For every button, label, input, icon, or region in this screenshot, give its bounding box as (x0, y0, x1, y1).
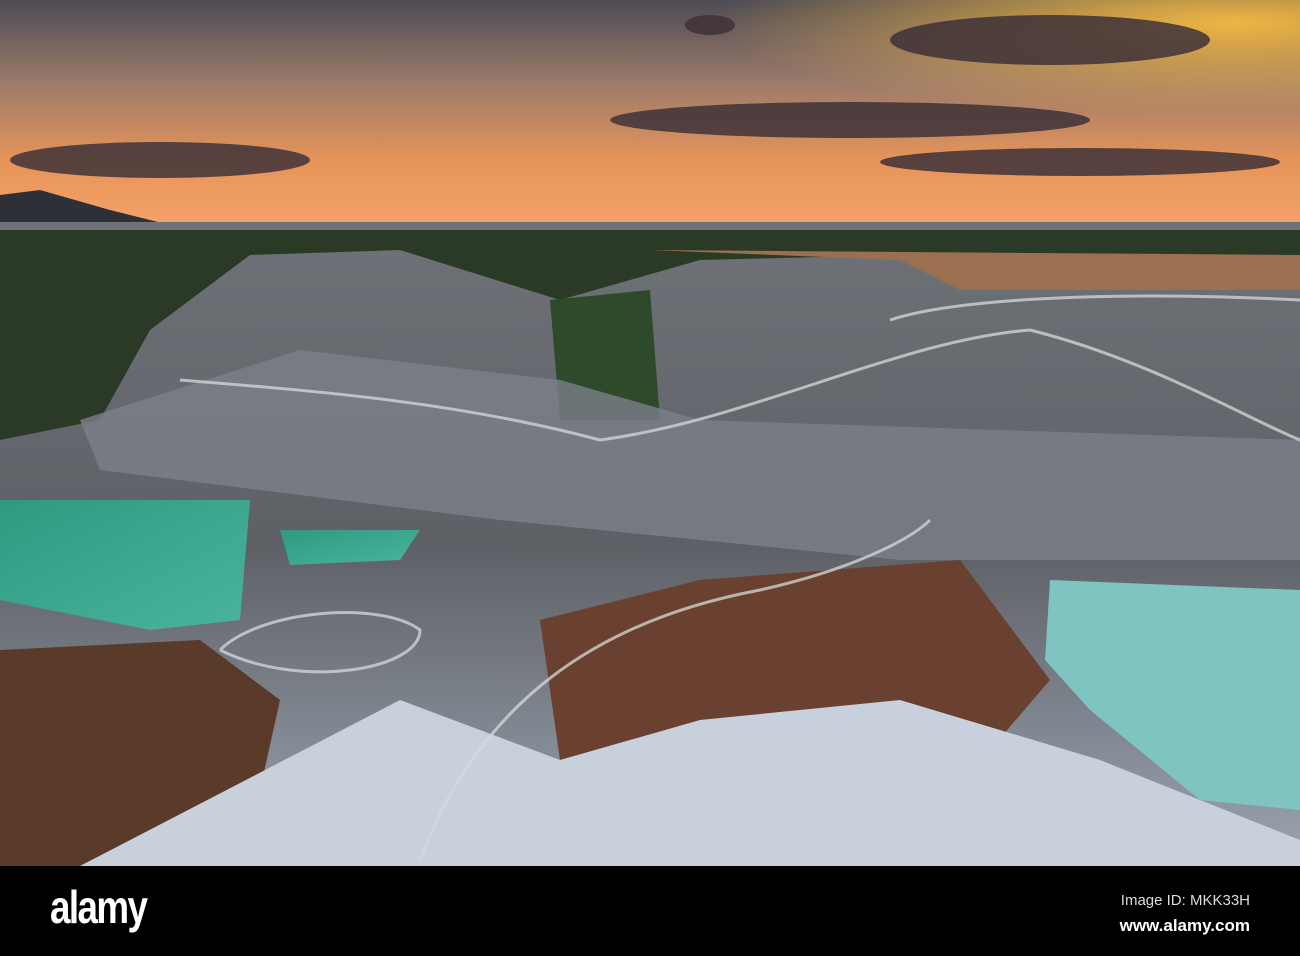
quarry-sunset-photo (0, 0, 1300, 866)
alamy-logo: alamy (50, 881, 148, 933)
website-link[interactable]: www.alamy.com (1120, 916, 1250, 936)
watermark-footer: alamy Image ID: MKK33H www.alamy.com (0, 866, 1300, 956)
image-id-label: Image ID: MKK33H (1120, 892, 1250, 909)
stock-photo-page: alamy Image ID: MKK33H www.alamy.com (0, 0, 1300, 956)
